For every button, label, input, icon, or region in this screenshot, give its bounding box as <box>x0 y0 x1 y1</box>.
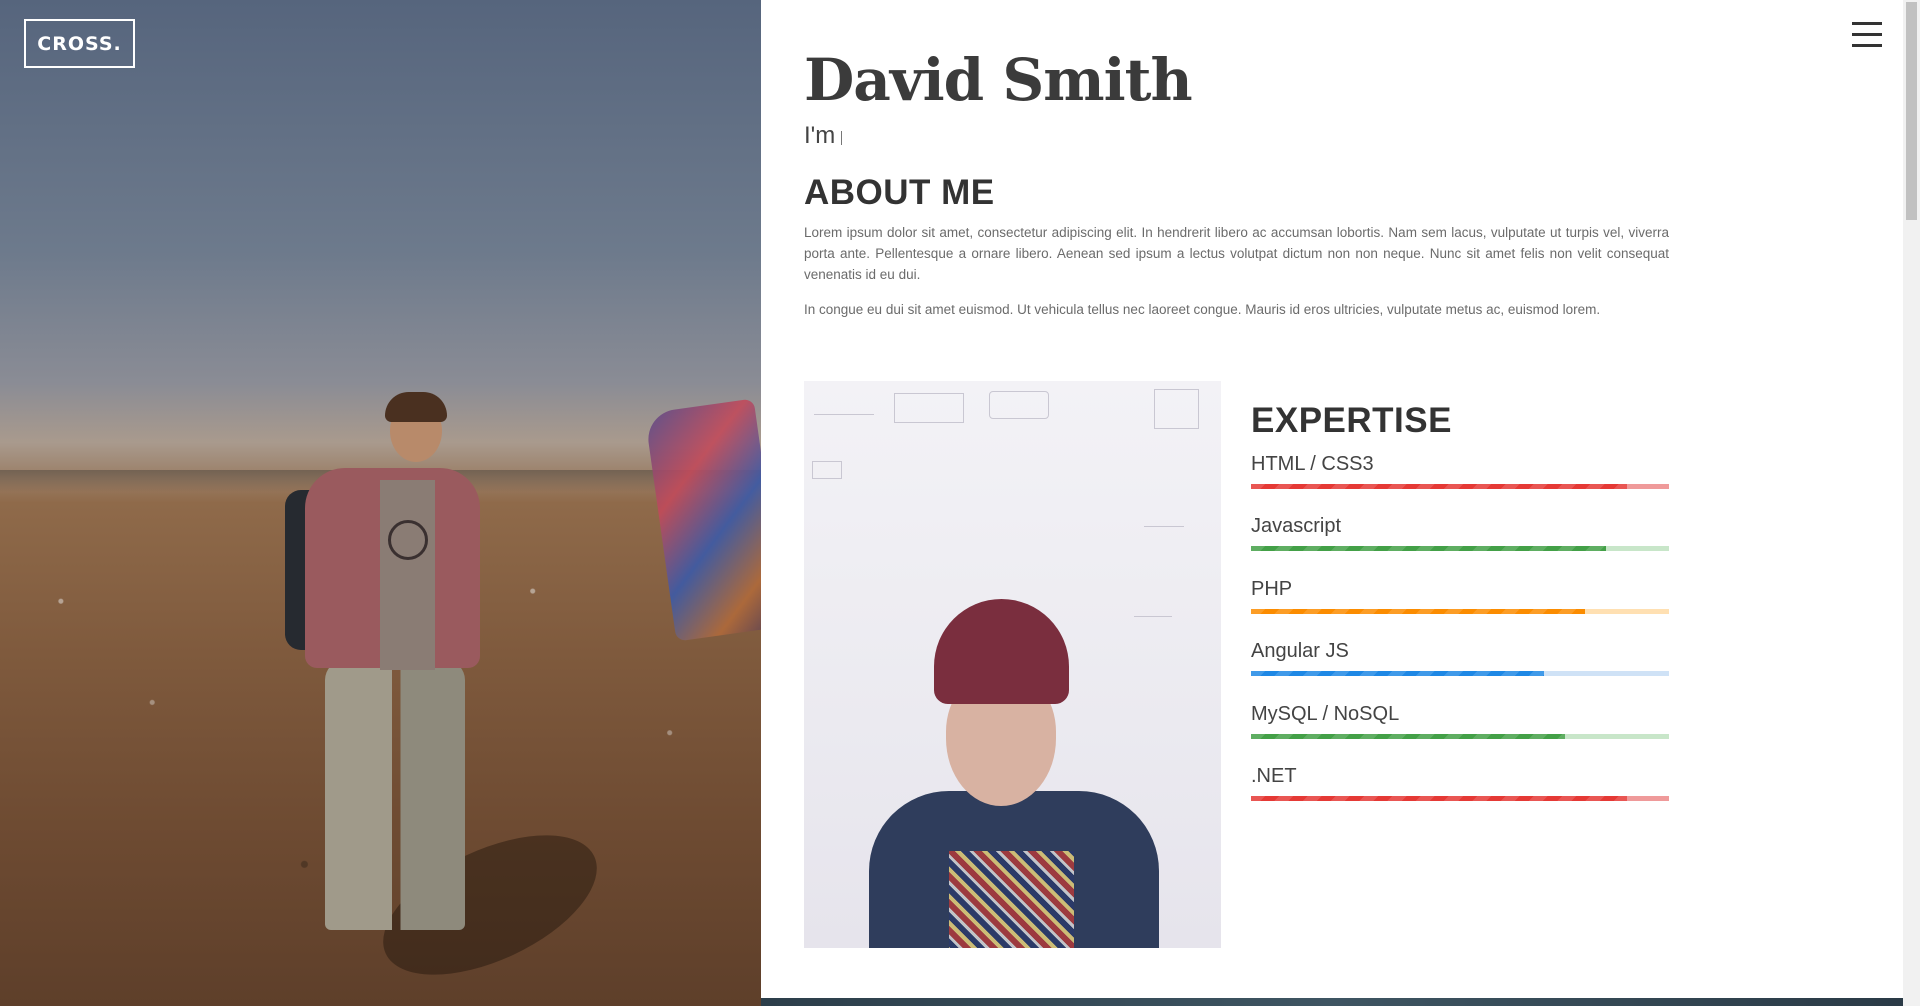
skill-progress-fill <box>1251 484 1628 489</box>
skill-angular-js: Angular JS <box>1251 637 1669 676</box>
whiteboard-sketch <box>1144 511 1184 527</box>
skill-progress-bar <box>1251 609 1669 614</box>
main-content: David Smith I'm ABOUT ME Lorem ipsum dol… <box>761 0 1903 1006</box>
skill-label: HTML / CSS3 <box>1251 453 1374 475</box>
photo-tshirt-print <box>949 851 1074 948</box>
skill-progress-bar <box>1251 671 1669 676</box>
skill-progress-fill <box>1251 671 1544 676</box>
walking-person <box>285 390 618 1004</box>
expertise-title: EXPERTISE <box>1251 401 1452 440</box>
skill-javascript: Javascript <box>1251 512 1669 551</box>
about-title: ABOUT ME <box>804 173 995 212</box>
whiteboard-sketch <box>1134 601 1172 617</box>
skill-label: Angular JS <box>1251 640 1349 662</box>
skill-mysql-nosql: MySQL / NoSQL <box>1251 700 1669 739</box>
skill-progress-bar <box>1251 484 1669 489</box>
menu-bar <box>1852 44 1882 47</box>
tagline-text: I'm <box>804 122 836 149</box>
person-hair <box>385 392 447 422</box>
skill-progress-bar <box>1251 734 1669 739</box>
hamburger-menu-icon[interactable] <box>1852 22 1882 48</box>
skill-progress-fill <box>1251 734 1565 739</box>
profile-photo <box>804 381 1221 948</box>
skill-progress-fill <box>1251 609 1586 614</box>
profile-tagline: I'm <box>804 122 843 150</box>
skill-php: PHP <box>1251 575 1669 614</box>
photo-beanie <box>934 599 1069 704</box>
about-paragraph: Lorem ipsum dolor sit amet, consectetur … <box>804 225 1669 282</box>
whiteboard-sketch <box>989 391 1049 419</box>
skill-progress-fill <box>1251 796 1628 801</box>
typing-cursor <box>841 131 843 145</box>
scrollbar-thumb[interactable] <box>1906 2 1917 220</box>
next-section-edge <box>761 998 1903 1006</box>
person-pants <box>325 660 465 930</box>
skill-label: PHP <box>1251 578 1293 600</box>
skill-label: Javascript <box>1251 515 1342 537</box>
menu-bar <box>1852 22 1882 25</box>
skill-html-css: HTML / CSS3 <box>1251 450 1669 489</box>
person-shirt <box>380 480 435 670</box>
menu-bar <box>1852 33 1882 36</box>
whiteboard-sketch <box>1154 389 1199 429</box>
skill-label: MySQL / NoSQL <box>1251 703 1400 725</box>
whiteboard-sketch <box>812 461 842 479</box>
skill-progress-bar <box>1251 546 1669 551</box>
shirt-logo <box>388 520 428 560</box>
skill-progress-fill <box>1251 546 1607 551</box>
skill-dotnet: .NET <box>1251 762 1669 801</box>
hero-photo: CROSS. <box>0 0 761 1006</box>
page-scrollbar[interactable] <box>1903 0 1920 1006</box>
site-logo[interactable]: CROSS. <box>24 19 135 68</box>
whiteboard-sketch <box>814 395 874 415</box>
about-paragraph: In congue eu dui sit amet euismod. Ut ve… <box>804 302 1601 317</box>
skill-label: .NET <box>1251 765 1297 787</box>
profile-name: David Smith <box>804 46 1193 114</box>
whiteboard-sketch <box>894 393 964 423</box>
skill-progress-bar <box>1251 796 1669 801</box>
